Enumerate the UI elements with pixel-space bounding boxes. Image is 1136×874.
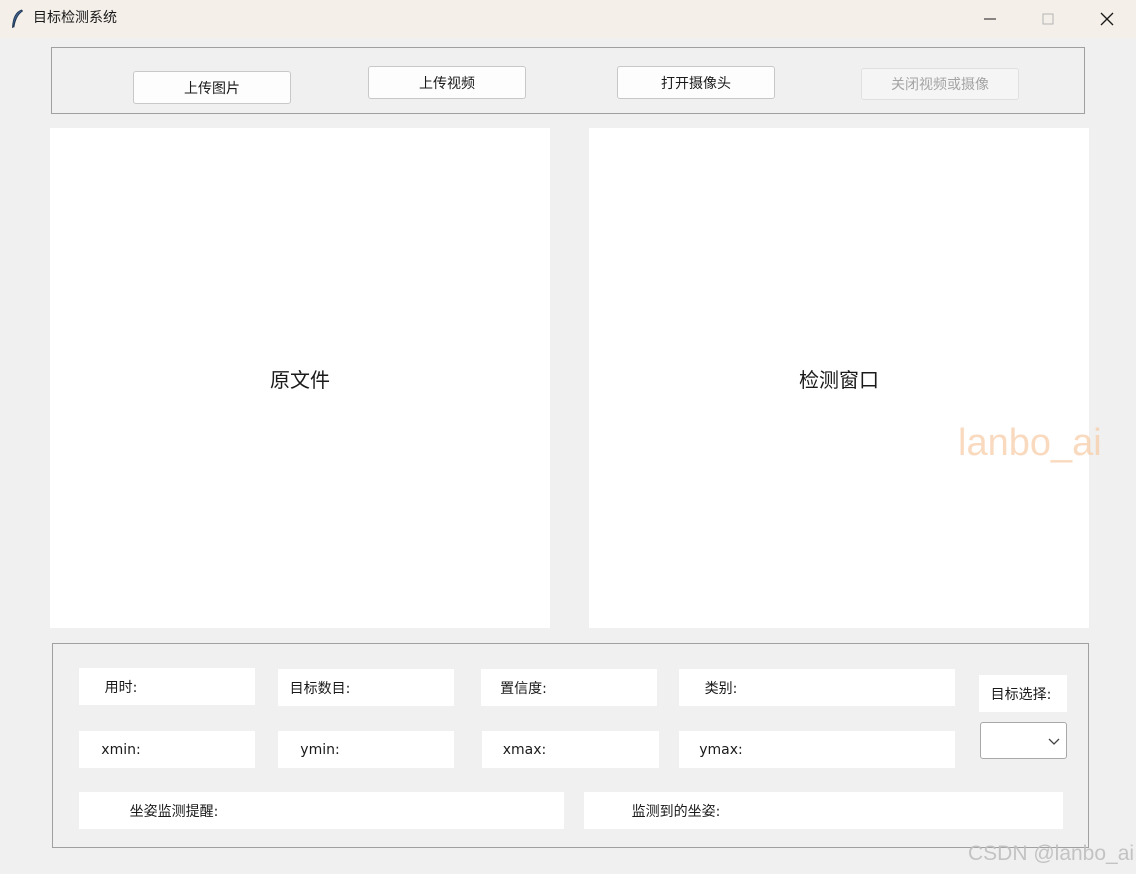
xmax-value xyxy=(571,731,659,768)
time-value xyxy=(167,668,255,705)
original-file-label: 原文件 xyxy=(270,367,330,392)
title-bar: 目标检测系统 xyxy=(0,0,1136,38)
maximize-icon xyxy=(1042,13,1054,25)
close-button[interactable] xyxy=(1078,0,1136,38)
posture-alert-value xyxy=(273,792,564,829)
maximize-button[interactable] xyxy=(1019,0,1077,38)
close-video-camera-button[interactable]: 关闭视频或摄像 xyxy=(861,68,1019,100)
detection-window-label: 检测窗口 xyxy=(799,367,879,392)
xmax-label: xmax: xyxy=(482,731,571,768)
ymin-value xyxy=(366,731,454,768)
original-file-panel: 原文件 xyxy=(50,128,550,628)
class-label: 类别: xyxy=(679,669,767,706)
class-value xyxy=(767,669,955,706)
minimize-icon xyxy=(984,18,996,20)
open-camera-button[interactable]: 打开摄像头 xyxy=(617,66,775,99)
target-count-value xyxy=(366,669,454,706)
target-select-label: 目标选择: xyxy=(979,675,1067,712)
window-title: 目标检测系统 xyxy=(33,10,117,26)
upload-image-button[interactable]: 上传图片 xyxy=(133,71,291,104)
corner-watermark: CSDN @lanbo_ai xyxy=(968,842,1135,865)
detection-window-panel: 检测窗口 xyxy=(589,128,1089,628)
feather-icon xyxy=(12,9,24,29)
confidence-label: 置信度: xyxy=(481,669,570,706)
target-count-label: 目标数目: xyxy=(278,669,366,706)
posture-detected-value xyxy=(772,792,1063,829)
chevron-down-icon xyxy=(1048,738,1060,745)
ymin-label: ymin: xyxy=(278,731,366,768)
confidence-value xyxy=(570,669,657,706)
posture-detected-label: 监测到的坐姿: xyxy=(584,792,772,829)
overlay-watermark: lanbo_ai xyxy=(958,422,1102,464)
upload-video-button[interactable]: 上传视频 xyxy=(368,66,526,99)
target-select-dropdown[interactable] xyxy=(980,722,1067,759)
minimize-button[interactable] xyxy=(961,0,1019,38)
close-icon xyxy=(1100,12,1114,26)
posture-alert-label: 坐姿监测提醒: xyxy=(79,792,273,829)
ymax-value xyxy=(767,731,955,768)
ymax-label: ymax: xyxy=(679,731,767,768)
xmin-value xyxy=(167,731,255,768)
time-label: 用时: xyxy=(79,668,167,705)
xmin-label: xmin: xyxy=(79,731,167,768)
